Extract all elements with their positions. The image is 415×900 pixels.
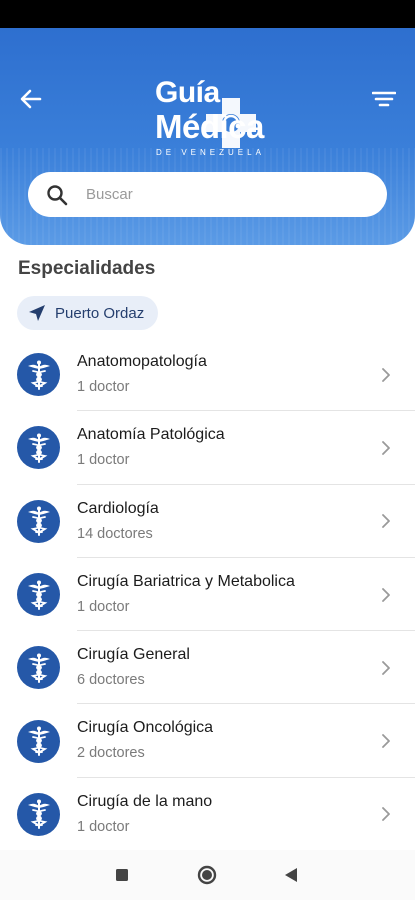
chevron-right-icon <box>382 441 390 455</box>
caduceus-icon <box>27 726 50 757</box>
logo-subtitle: DE VENEZUELA <box>156 148 265 157</box>
specialty-texts: Cirugía de la mano 1 doctor <box>77 792 212 836</box>
specialty-list: Anatomopatología 1 doctor Anatomía Patológ… <box>0 338 415 852</box>
navigation-arrow-icon <box>29 305 45 321</box>
caduceus-icon <box>27 506 50 537</box>
section-title: Especialidades <box>18 258 156 279</box>
specialty-avatar <box>17 353 60 397</box>
search-bar[interactable] <box>28 172 387 217</box>
specialty-avatar <box>17 573 60 617</box>
specialty-doctor-count: 6 doctores <box>77 672 145 689</box>
list-item[interactable]: Cardiología 14 doctores <box>0 485 415 558</box>
specialty-avatar <box>17 646 60 690</box>
square-icon <box>116 869 128 881</box>
home-button[interactable] <box>197 865 217 885</box>
caduceus-icon <box>27 653 50 683</box>
filter-button[interactable] <box>367 82 401 116</box>
search-input[interactable] <box>86 186 346 203</box>
list-item[interactable]: Anatomopatología 1 doctor <box>0 338 415 412</box>
back-system-button[interactable] <box>284 867 298 883</box>
list-item[interactable]: Cirugía Bariatrica y Metabolica 1 doctor <box>0 558 415 632</box>
specialty-doctor-count: 1 doctor <box>77 818 130 835</box>
chevron-right-icon <box>382 587 390 602</box>
caduceus-icon <box>27 580 50 610</box>
specialty-avatar <box>17 719 60 763</box>
caduceus-icon <box>27 799 50 830</box>
specialty-avatar <box>17 426 60 470</box>
chevron-right-icon <box>382 807 390 822</box>
specialty-name: Cirugía General <box>77 646 190 664</box>
recent-apps-button[interactable] <box>115 868 129 882</box>
chevron-right-icon <box>382 514 390 529</box>
list-item[interactable]: Cirugía de la mano 1 doctor <box>0 778 415 852</box>
filter-icon <box>372 91 396 107</box>
logo-text-line2: Médica <box>155 108 264 145</box>
location-chip[interactable]: Puerto Ordaz <box>17 296 159 330</box>
status-bar <box>0 0 415 28</box>
specialty-texts: Anatomía Patológica 1 doctor <box>77 425 225 469</box>
search-icon <box>47 184 68 205</box>
specialty-name: Cirugía de la mano <box>77 792 213 810</box>
specialty-texts: Cirugía Bariatrica y Metabolica 1 doctor <box>77 572 295 616</box>
chevron-right-icon <box>382 734 390 749</box>
list-item[interactable]: Anatomía Patológica 1 doctor <box>0 411 415 485</box>
location-label: Puerto Ordaz <box>55 304 145 322</box>
logo: Guía Médica DE VENEZUELA <box>150 68 270 188</box>
logo-text-line1: Guía <box>155 76 220 109</box>
specialty-doctor-count: 1 doctor <box>77 598 130 615</box>
specialty-name: Cirugía Bariatrica y Metabolica <box>77 572 295 590</box>
back-button[interactable] <box>14 82 48 116</box>
specialty-name: Cardiología <box>77 499 159 517</box>
arrow-left-icon <box>20 89 42 109</box>
specialty-texts: Cardiología 14 doctores <box>77 499 159 543</box>
specialty-name: Anatomopatología <box>77 353 207 370</box>
list-item[interactable]: Cirugía General 6 doctores <box>0 631 415 705</box>
triangle-back-icon <box>285 868 297 882</box>
specialty-texts: Cirugía Oncológica 2 doctores <box>77 718 213 762</box>
specialty-avatar <box>17 499 60 543</box>
chevron-right-icon <box>382 367 390 382</box>
circle-icon <box>197 865 217 885</box>
caduceus-icon <box>27 433 50 463</box>
specialty-name: Anatomía Patológica <box>77 426 225 444</box>
specialty-doctor-count: 14 doctores <box>77 525 153 542</box>
specialty-texts: Cirugía General 6 doctores <box>77 645 190 689</box>
specialty-texts: Anatomopatología 1 doctor <box>77 352 207 396</box>
specialty-doctor-count: 2 doctores <box>77 745 145 762</box>
chevron-right-icon <box>382 660 390 675</box>
specialty-avatar <box>17 792 60 836</box>
specialty-name: Cirugía Oncológica <box>77 719 214 737</box>
specialty-doctor-count: 1 doctor <box>77 379 130 395</box>
system-navigation-bar <box>0 850 415 900</box>
specialty-doctor-count: 1 doctor <box>77 452 130 469</box>
list-item[interactable]: Cirugía Oncológica 2 doctores <box>0 704 415 778</box>
caduceus-icon <box>27 360 50 390</box>
